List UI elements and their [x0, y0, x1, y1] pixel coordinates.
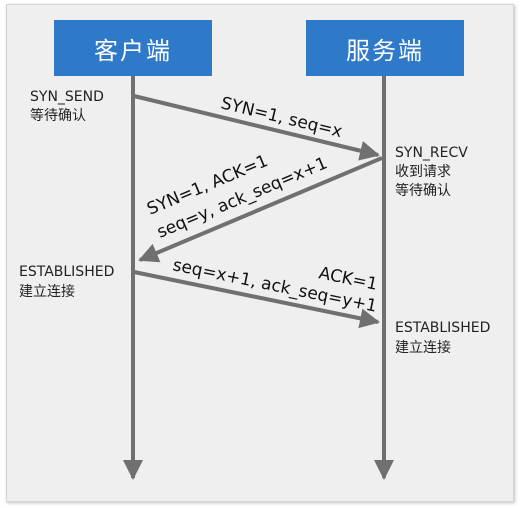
client-state-connected: 建立连接: [19, 283, 75, 300]
server-state-connected: 建立连接: [395, 339, 451, 356]
handshake-diagram: 客户端 服务端 SYN_SEND 等待确认 ESTABLISHED 建立连接 S…: [0, 0, 521, 508]
server-state-established: ESTABLISHED: [395, 320, 490, 336]
client-state-syn-send: SYN_SEND: [30, 89, 104, 105]
client-state-established: ESTABLISHED: [19, 264, 114, 280]
msg1-label: SYN=1, seq=x: [219, 93, 344, 142]
server-state-received: 收到请求: [395, 164, 451, 180]
server-state-wait-confirm: 等待确认: [395, 182, 451, 199]
server-state-syn-recv: SYN_RECV: [395, 145, 468, 161]
client-state-wait-confirm: 等待确认: [30, 107, 86, 124]
sequence-svg: SYN_SEND 等待确认 ESTABLISHED 建立连接 SYN_RECV …: [19, 76, 490, 480]
